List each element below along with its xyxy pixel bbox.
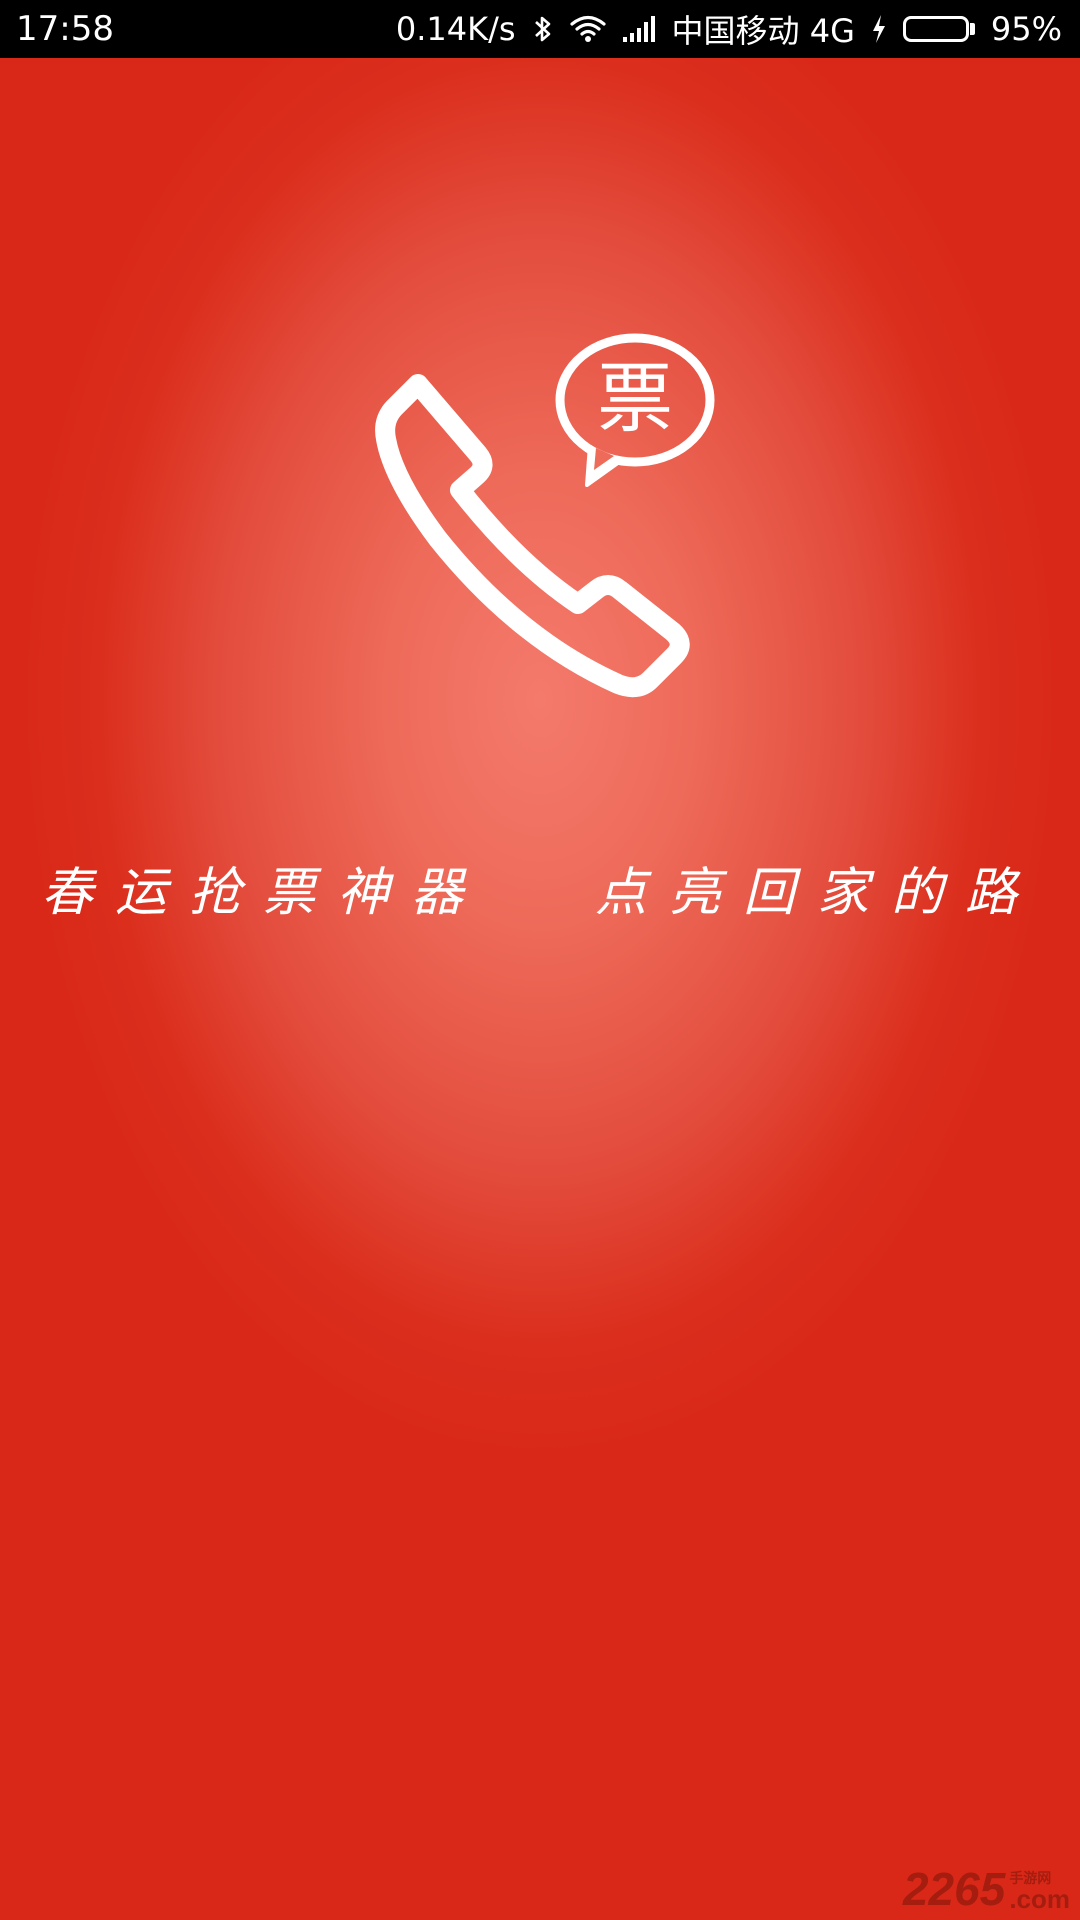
slogan-right: 点亮回家的路 bbox=[595, 863, 1040, 923]
status-bar: 17:58 0.14K/s 中国移动 4G 95% bbox=[0, 0, 1080, 58]
splash-screen: 17:58 0.14K/s 中国移动 4G 95% 票 春运抢票神器 点亮回家的… bbox=[0, 0, 1080, 1920]
wifi-icon bbox=[569, 15, 606, 43]
watermark-logo: 2265 手游网 .com bbox=[903, 1866, 1070, 1912]
battery-icon bbox=[902, 16, 975, 42]
status-time: 17:58 bbox=[16, 9, 114, 49]
signal-icon bbox=[622, 15, 656, 43]
charging-icon bbox=[871, 14, 887, 44]
slogan: 春运抢票神器 点亮回家的路 bbox=[0, 850, 1080, 925]
network-speed: 0.14K/s bbox=[395, 10, 516, 48]
ticket-character: 票 bbox=[597, 354, 673, 443]
status-indicators: 0.14K/s 中国移动 4G 95% bbox=[396, 8, 1062, 50]
watermark-domain: .com bbox=[1009, 1884, 1070, 1914]
app-logo: 票 bbox=[360, 320, 720, 700]
carrier-label: 中国移动 4G bbox=[671, 12, 855, 50]
bluetooth-icon bbox=[532, 14, 554, 44]
watermark-number: 2265 bbox=[902, 1863, 1006, 1915]
slogan-left: 春运抢票神器 bbox=[40, 863, 485, 923]
battery-percent: 95% bbox=[990, 10, 1062, 48]
